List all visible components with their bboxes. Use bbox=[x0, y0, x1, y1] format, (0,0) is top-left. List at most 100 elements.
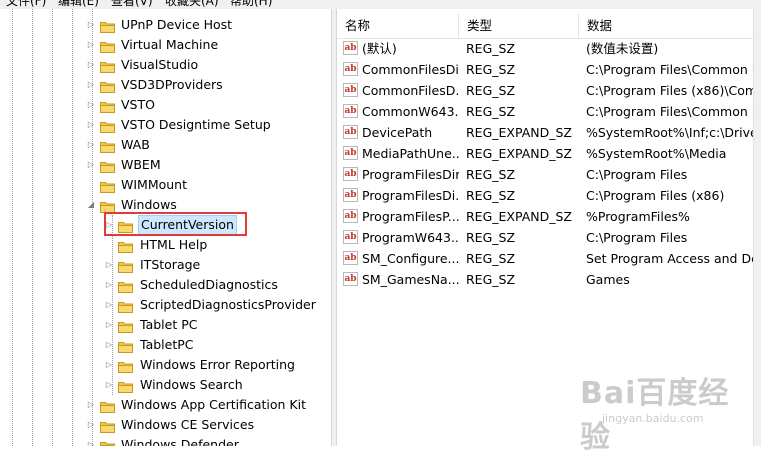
vertical-scrollbar[interactable] bbox=[753, 9, 761, 446]
column-header-data[interactable]: 数据 bbox=[579, 14, 753, 38]
registry-value-row[interactable]: ab DevicePath REG_EXPAND_SZ %SystemRoot%\In… bbox=[337, 122, 753, 143]
tree-item-label[interactable]: WAB bbox=[119, 135, 152, 155]
registry-value-row[interactable]: ab ProgramW643... REG_SZ C:\Program Files bbox=[337, 227, 753, 248]
expand-arrow-icon[interactable]: ▷ bbox=[86, 35, 96, 55]
registry-value-row[interactable]: ab CommonW643... REG_SZ C:\Program Files\Co… bbox=[337, 101, 753, 122]
expand-arrow-icon[interactable]: ▷ bbox=[104, 355, 114, 375]
tree-item-label[interactable]: ScriptedDiagnosticsProvider bbox=[138, 295, 318, 315]
tree-item[interactable]: ▷ TabletPC bbox=[0, 335, 331, 355]
tree-item[interactable]: ▷ Virtual Machine bbox=[0, 35, 331, 55]
tree-item-label[interactable]: TabletPC bbox=[138, 335, 196, 355]
value-type: REG_SZ bbox=[466, 41, 516, 56]
tree-item-label[interactable]: HTML Help bbox=[138, 235, 209, 255]
folder-icon bbox=[100, 179, 115, 193]
expand-arrow-icon[interactable]: ▷ bbox=[104, 295, 114, 315]
tree-item[interactable]: ▷ Tablet PC bbox=[0, 315, 331, 335]
tree-item[interactable]: ▷ WBEM bbox=[0, 155, 331, 175]
expand-arrow-icon[interactable]: ▷ bbox=[86, 415, 96, 435]
value-data: %SystemRoot%\Media bbox=[586, 146, 727, 161]
tree-item[interactable]: ▷ ITStorage bbox=[0, 255, 331, 275]
value-type: REG_EXPAND_SZ bbox=[466, 146, 572, 161]
tree-item-label[interactable]: VisualStudio bbox=[119, 55, 200, 75]
tree-item-label[interactable]: WBEM bbox=[119, 155, 163, 175]
tree-item-label[interactable]: Windows Search bbox=[138, 375, 245, 395]
tree-item-label[interactable]: ScheduledDiagnostics bbox=[138, 275, 280, 295]
expand-arrow-icon[interactable]: ▷ bbox=[86, 155, 96, 175]
tree-item[interactable]: ▷ Windows App Certification Kit bbox=[0, 395, 331, 415]
tree-item[interactable]: WIMMount bbox=[0, 175, 331, 195]
tree-item-label[interactable]: Virtual Machine bbox=[119, 35, 220, 55]
expand-arrow-icon[interactable]: ▷ bbox=[86, 435, 96, 446]
registry-value-row[interactable]: ab SM_GamesNa... REG_SZ Games bbox=[337, 269, 753, 290]
string-value-icon: ab bbox=[343, 167, 358, 181]
menu-bar: 文件(F) 编辑(E) 查看(V) 收藏夹(A) 帮助(H) bbox=[0, 0, 761, 9]
value-data: %SystemRoot%\Inf;c:\Driver bbox=[586, 125, 753, 140]
string-value-icon: ab bbox=[343, 251, 358, 265]
tree-item-label[interactable]: Windows App Certification Kit bbox=[119, 395, 308, 415]
registry-value-row[interactable]: ab SM_Configure... REG_SZ Set Program Acces… bbox=[337, 248, 753, 269]
tree-item-label[interactable]: UPnP Device Host bbox=[119, 15, 234, 35]
value-type: REG_SZ bbox=[466, 230, 516, 245]
menu-favorites[interactable]: 收藏夹(A) bbox=[165, 0, 219, 8]
collapse-arrow-icon[interactable]: ◢ bbox=[86, 195, 96, 215]
tree-item[interactable]: ▷ Windows CE Services bbox=[0, 415, 331, 435]
tree-item[interactable]: ▷ Windows Error Reporting bbox=[0, 355, 331, 375]
menu-file[interactable]: 文件(F) bbox=[6, 0, 46, 8]
folder-icon bbox=[100, 419, 115, 433]
menu-edit[interactable]: 编辑(E) bbox=[58, 0, 99, 8]
value-data: C:\Program Files\Common F bbox=[586, 104, 753, 119]
list-header: 名称 类型 数据 bbox=[337, 14, 753, 39]
tree-item[interactable]: ▷ VSTO Designtime Setup bbox=[0, 115, 331, 135]
expand-arrow-icon[interactable]: ▷ bbox=[104, 255, 114, 275]
expand-arrow-icon[interactable] bbox=[104, 235, 114, 255]
string-value-icon: ab bbox=[343, 146, 358, 160]
registry-value-row[interactable]: ab ProgramFilesDir REG_SZ C:\Program Files bbox=[337, 164, 753, 185]
tree-item-label[interactable]: VSTO Designtime Setup bbox=[119, 115, 273, 135]
expand-arrow-icon[interactable]: ▷ bbox=[86, 15, 96, 35]
registry-value-row[interactable]: ab CommonFilesD... REG_SZ C:\Program Files … bbox=[337, 80, 753, 101]
tree-item-label[interactable]: VSD3DProviders bbox=[119, 75, 225, 95]
tree-item[interactable]: ▷ VisualStudio bbox=[0, 55, 331, 75]
registry-value-row[interactable]: ab (默认) REG_SZ (数值未设置) bbox=[337, 38, 753, 59]
expand-arrow-icon[interactable]: ▷ bbox=[104, 315, 114, 335]
registry-value-row[interactable]: ab ProgramFilesDi... REG_SZ C:\Program File… bbox=[337, 185, 753, 206]
string-value-icon: ab bbox=[343, 188, 358, 202]
column-header-name[interactable]: 名称 bbox=[337, 14, 459, 38]
registry-value-row[interactable]: ab MediaPathUne... REG_EXPAND_SZ %SystemRoo… bbox=[337, 143, 753, 164]
tree-item[interactable]: ▷ WAB bbox=[0, 135, 331, 155]
expand-arrow-icon[interactable]: ▷ bbox=[86, 395, 96, 415]
expand-arrow-icon[interactable]: ▷ bbox=[86, 55, 96, 75]
folder-icon bbox=[100, 399, 115, 413]
tree-item-label[interactable]: ITStorage bbox=[138, 255, 202, 275]
tree-item[interactable]: ▷ Windows Search bbox=[0, 375, 331, 395]
expand-arrow-icon[interactable]: ▷ bbox=[86, 115, 96, 135]
tree-item[interactable]: ▷ Windows Defender bbox=[0, 435, 331, 446]
menu-view[interactable]: 查看(V) bbox=[111, 0, 153, 8]
tree-item-label[interactable]: VSTO bbox=[119, 95, 157, 115]
registry-value-row[interactable]: ab ProgramFilesP... REG_EXPAND_SZ %ProgramF… bbox=[337, 206, 753, 227]
tree-item[interactable]: HTML Help bbox=[0, 235, 331, 255]
tree-item-label[interactable]: Windows CE Services bbox=[119, 415, 256, 435]
tree-item-label[interactable]: Windows Error Reporting bbox=[138, 355, 297, 375]
tree-item[interactable]: ▷ UPnP Device Host bbox=[0, 15, 331, 35]
tree-item-label[interactable]: WIMMount bbox=[119, 175, 189, 195]
tree-item[interactable]: ▷ ScheduledDiagnostics bbox=[0, 275, 331, 295]
expand-arrow-icon[interactable]: ▷ bbox=[86, 95, 96, 115]
tree-item[interactable]: ▷ VSD3DProviders bbox=[0, 75, 331, 95]
tree-item-label[interactable]: Tablet PC bbox=[138, 315, 199, 335]
value-type: REG_SZ bbox=[466, 83, 516, 98]
expand-arrow-icon[interactable] bbox=[86, 175, 96, 195]
expand-arrow-icon[interactable]: ▷ bbox=[104, 335, 114, 355]
expand-arrow-icon[interactable]: ▷ bbox=[86, 75, 96, 95]
tree-item[interactable]: ▷ VSTO bbox=[0, 95, 331, 115]
expand-arrow-icon[interactable]: ▷ bbox=[86, 135, 96, 155]
value-data: Games bbox=[586, 272, 630, 287]
tree-item-label[interactable]: Windows Defender bbox=[119, 435, 241, 446]
tree-item[interactable]: ▷ ScriptedDiagnosticsProvider bbox=[0, 295, 331, 315]
menu-help[interactable]: 帮助(H) bbox=[230, 0, 272, 8]
expand-arrow-icon[interactable]: ▷ bbox=[104, 375, 114, 395]
string-value-icon: ab bbox=[343, 209, 358, 223]
registry-value-row[interactable]: ab CommonFilesDir REG_SZ C:\Program Files\C… bbox=[337, 59, 753, 80]
column-header-type[interactable]: 类型 bbox=[459, 14, 579, 38]
expand-arrow-icon[interactable]: ▷ bbox=[104, 275, 114, 295]
